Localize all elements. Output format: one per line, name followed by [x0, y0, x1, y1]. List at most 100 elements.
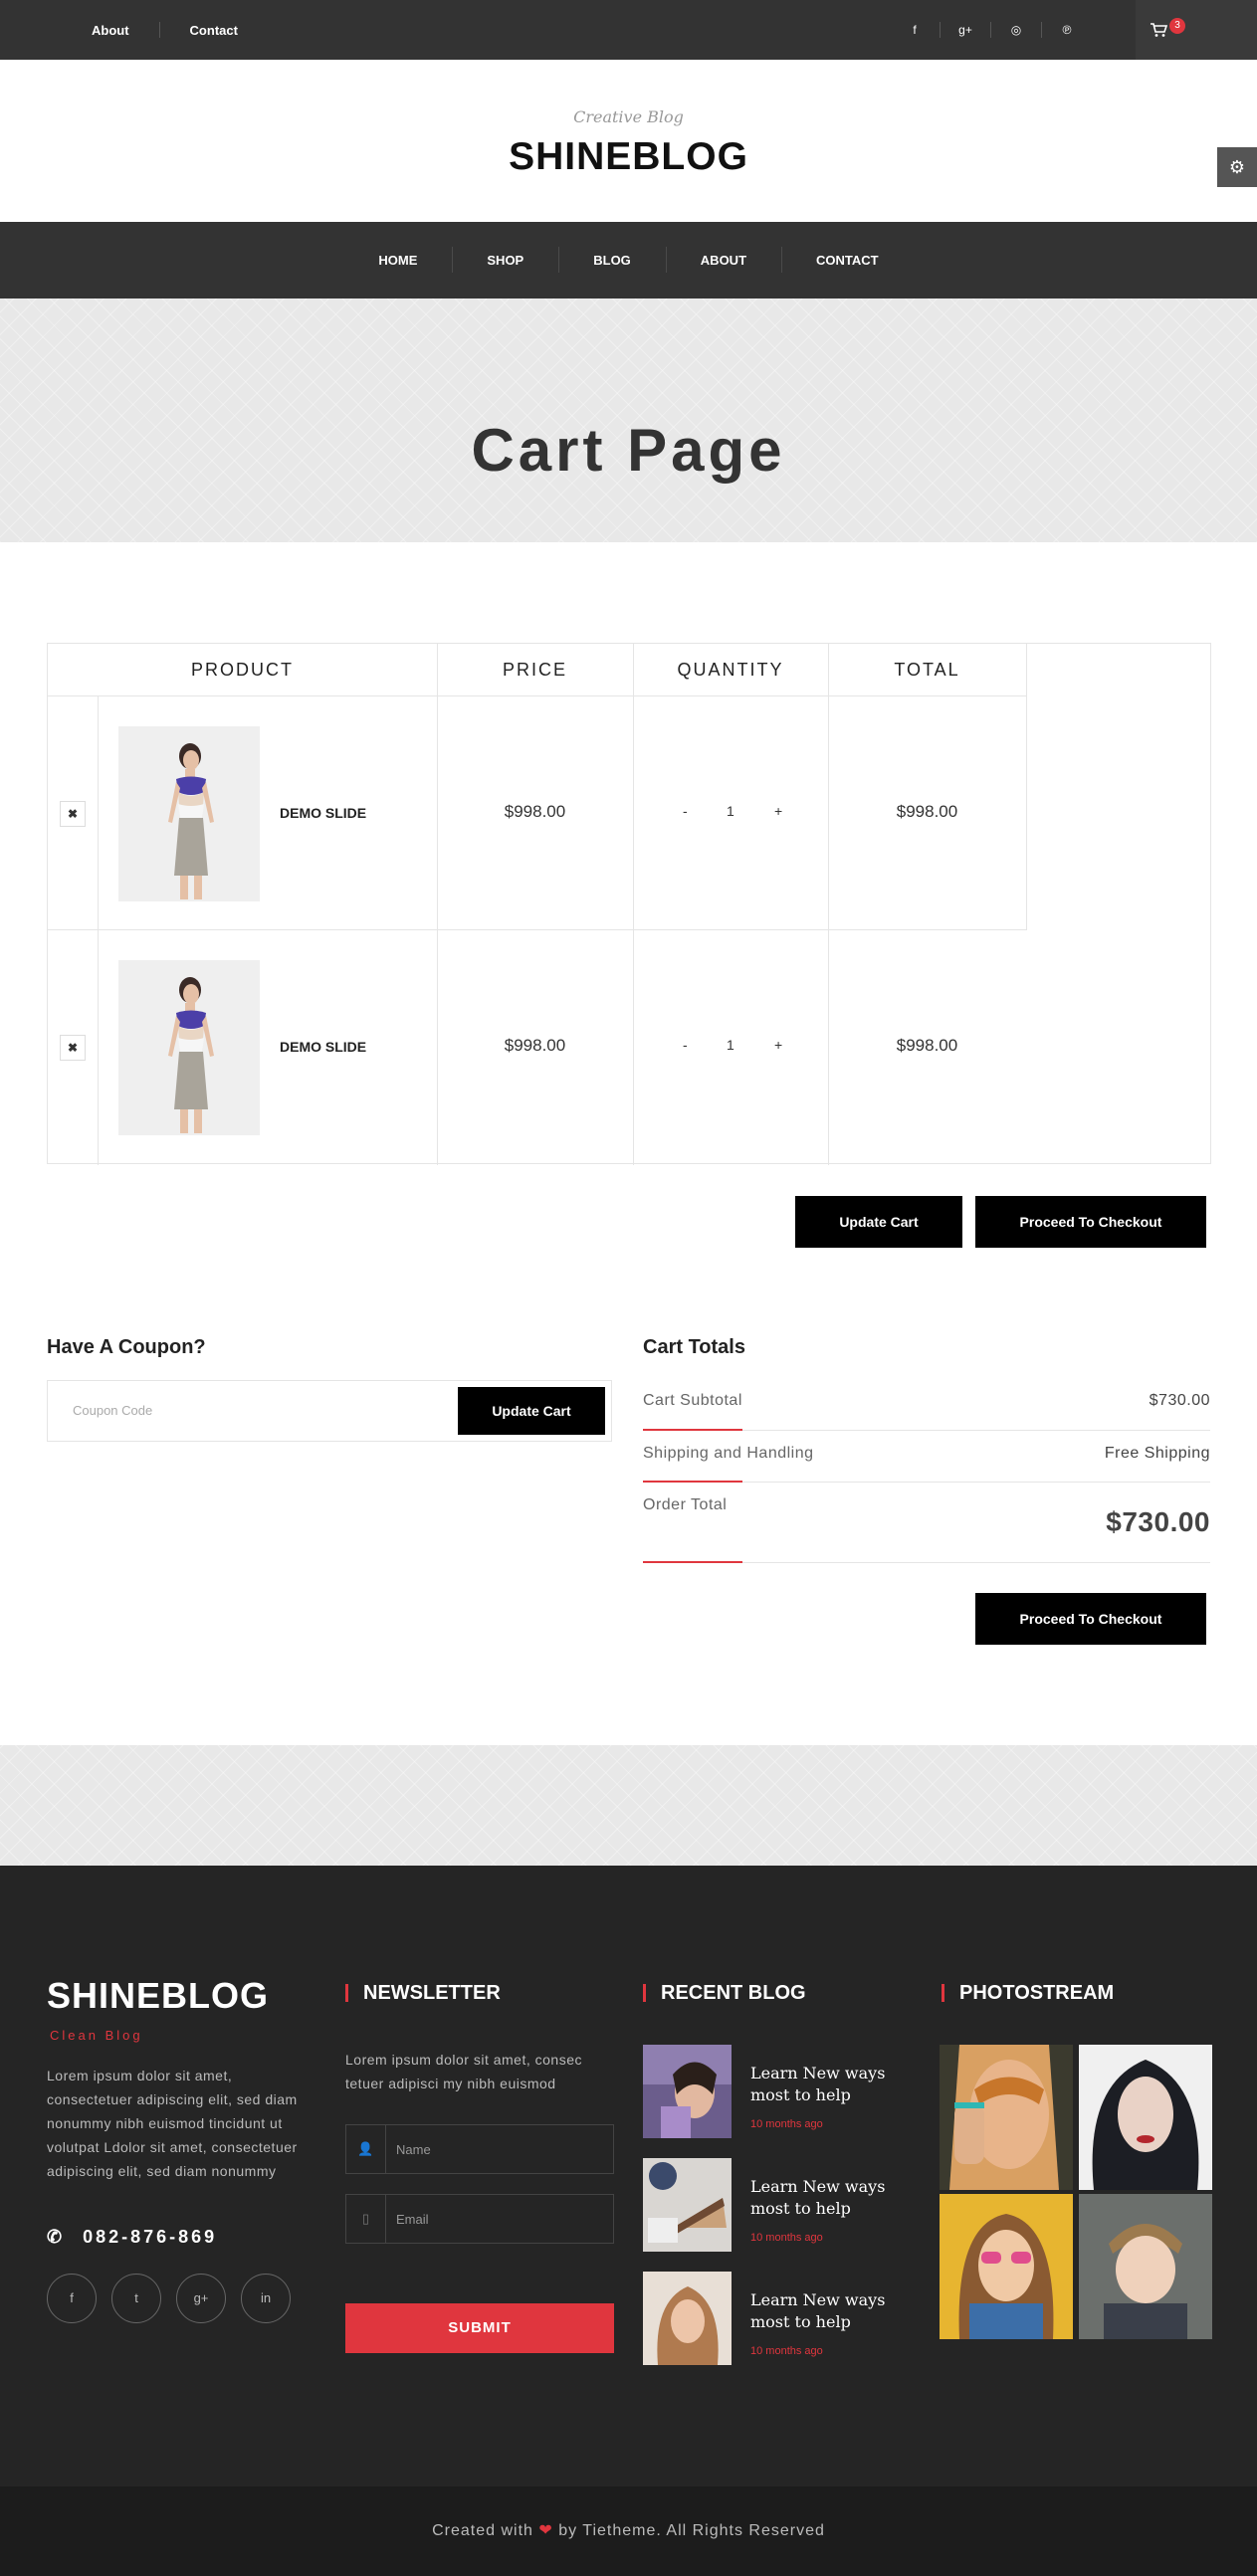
site-footer: SHINEBLOG Clean Blog Lorem ipsum dolor s… [0, 1866, 1257, 2486]
remove-item-icon[interactable]: ✖ [60, 801, 86, 827]
twitter-icon[interactable]: t [111, 2274, 161, 2323]
cart-count-badge: 3 [1169, 18, 1185, 34]
nav-blog[interactable]: BLOG [558, 247, 666, 273]
google-plus-icon[interactable]: g+ [176, 2274, 226, 2323]
dribbble-icon[interactable]: ◎ [1002, 23, 1030, 37]
main-nav: HOME SHOP BLOG ABOUT CONTACT [0, 222, 1257, 298]
list-item[interactable]: Learn New ways most to help 10 months ag… [643, 2272, 902, 2365]
google-plus-icon[interactable]: g+ [951, 23, 979, 37]
heart-icon: ❤ [538, 2522, 553, 2539]
blog-title[interactable]: Learn New ways most to help [750, 2176, 900, 2220]
nav-shop[interactable]: SHOP [452, 247, 558, 273]
remove-item-icon[interactable]: ✖ [60, 1035, 86, 1061]
column-header-total: TOTAL [894, 660, 960, 680]
accent-line [643, 1481, 742, 1483]
blog-title[interactable]: Learn New ways most to help [750, 2063, 900, 2106]
cart-button[interactable]: 3 [1136, 0, 1257, 60]
update-cart-button[interactable]: Update Cart [795, 1196, 962, 1248]
accent-line [643, 1561, 742, 1563]
coupon-form: Coupon Code Update Cart [47, 1380, 612, 1442]
proceed-to-checkout-button[interactable]: Proceed To Checkout [975, 1196, 1206, 1248]
divider [940, 22, 941, 38]
copyright-text-post: by Tietheme. All Rights Reserved [558, 2522, 825, 2539]
quantity-decrease-button[interactable]: - [683, 1037, 688, 1053]
photostream-title: PHOTOSTREAM [942, 1982, 1114, 2005]
product-image[interactable] [118, 960, 260, 1135]
social-links: f g+ ◎ ℗ [901, 0, 1081, 60]
list-item[interactable]: Learn New ways most to help 10 months ag… [643, 2045, 902, 2138]
column-header-quantity: QUANTITY [677, 660, 784, 680]
divider [990, 22, 991, 38]
divider [1026, 644, 1027, 930]
footer-subtitle: Clean Blog [50, 2028, 143, 2043]
quantity-increase-button[interactable]: + [774, 1037, 782, 1053]
photostream-image[interactable] [940, 2045, 1073, 2190]
newsletter-submit-button[interactable]: SUBMIT [345, 2303, 614, 2353]
linkedin-icon[interactable]: in [241, 2274, 291, 2323]
product-image[interactable] [118, 726, 260, 901]
blog-date: 10 months ago [750, 2232, 823, 2244]
product-name[interactable]: DEMO SLIDE [280, 805, 366, 821]
subtotal-row: Cart Subtotal $730.00 [643, 1392, 1210, 1432]
newsletter-title: NEWSLETTER [345, 1982, 501, 2005]
facebook-icon[interactable]: f [47, 2274, 97, 2323]
blog-thumbnail[interactable] [643, 2158, 732, 2252]
subtotal-value: $730.00 [1149, 1392, 1210, 1409]
shipping-label: Shipping and Handling [643, 1445, 814, 1462]
divider [158, 22, 160, 38]
recent-blog-title: RECENT BLOG [643, 1982, 806, 2005]
newsletter-name-field[interactable]: 👤 Name [345, 2124, 614, 2174]
settings-gear-icon[interactable]: ⚙ [1217, 147, 1257, 187]
blog-thumbnail[interactable] [643, 2045, 732, 2138]
product-name[interactable]: DEMO SLIDE [280, 1039, 366, 1055]
footer-phone: ✆ 082-876-869 [47, 2227, 217, 2248]
photostream-image[interactable] [1079, 2045, 1212, 2190]
top-links: About Contact [92, 0, 238, 60]
quantity-value[interactable]: 1 [727, 1037, 734, 1053]
footer-about-text: Lorem ipsum dolor sit amet, consectetuer… [47, 2068, 298, 2179]
subtotal-label: Cart Subtotal [643, 1392, 742, 1409]
newsletter-text: Lorem ipsum dolor sit amet, consec tetue… [345, 2052, 582, 2091]
line-total: $998.00 [896, 802, 958, 821]
photostream-image[interactable] [940, 2194, 1073, 2339]
table-row: ✖ DEMO SLIDE $998.00 - 1 + $998.00 [48, 695, 1026, 929]
top-link-contact[interactable]: Contact [190, 23, 238, 38]
cart-table: PRODUCT PRICE QUANTITY TOTAL ✖ DEMO SLID… [47, 643, 1211, 1165]
blog-date: 10 months ago [750, 2118, 823, 2130]
user-icon: 👤 [346, 2125, 386, 2173]
product-price: $998.00 [504, 1036, 566, 1055]
column-header-price: PRICE [502, 660, 567, 680]
quantity-decrease-button[interactable]: - [683, 803, 688, 819]
nav-contact[interactable]: CONTACT [781, 247, 914, 273]
coupon-update-cart-button[interactable]: Update Cart [458, 1387, 605, 1435]
quantity-increase-button[interactable]: + [774, 803, 782, 819]
photostream-image[interactable] [1079, 2194, 1212, 2339]
pinterest-icon[interactable]: ℗ [1053, 23, 1081, 37]
facebook-icon[interactable]: f [901, 23, 929, 37]
copyright-bar: Created with ❤ by Tietheme. All Rights R… [0, 2486, 1257, 2576]
shipping-row: Shipping and Handling Free Shipping [643, 1445, 1210, 1485]
site-header: Creative Blog SHINEBLOG ⚙ [0, 60, 1257, 222]
site-tagline: Creative Blog [573, 107, 684, 126]
nav-home[interactable]: HOME [343, 253, 452, 268]
footer-logo[interactable]: SHINEBLOG [47, 1975, 269, 2017]
email-icon: ▯ [346, 2195, 386, 2243]
line-total: $998.00 [896, 1036, 958, 1055]
blog-thumbnail[interactable] [643, 2272, 732, 2365]
blog-title[interactable]: Learn New ways most to help [750, 2289, 900, 2333]
page-banner: Cart Page [0, 298, 1257, 542]
accent-line [643, 1429, 742, 1431]
site-logo[interactable]: SHINEBLOG [0, 135, 1257, 179]
cart-icon [1151, 23, 1167, 37]
newsletter-email-field[interactable]: ▯ Email [345, 2194, 614, 2244]
footer-social: f t g+ in [47, 2274, 306, 2323]
totals-checkout-button[interactable]: Proceed To Checkout [975, 1593, 1206, 1645]
list-item[interactable]: Learn New ways most to help 10 months ag… [643, 2158, 902, 2252]
nav-about[interactable]: ABOUT [665, 247, 781, 273]
quantity-value[interactable]: 1 [727, 803, 734, 819]
phone-icon: ✆ [47, 2227, 66, 2247]
coupon-code-input[interactable]: Coupon Code [73, 1403, 152, 1418]
copyright-text-pre: Created with [432, 2522, 533, 2539]
column-header-product: PRODUCT [191, 660, 294, 680]
top-link-about[interactable]: About [92, 23, 129, 38]
